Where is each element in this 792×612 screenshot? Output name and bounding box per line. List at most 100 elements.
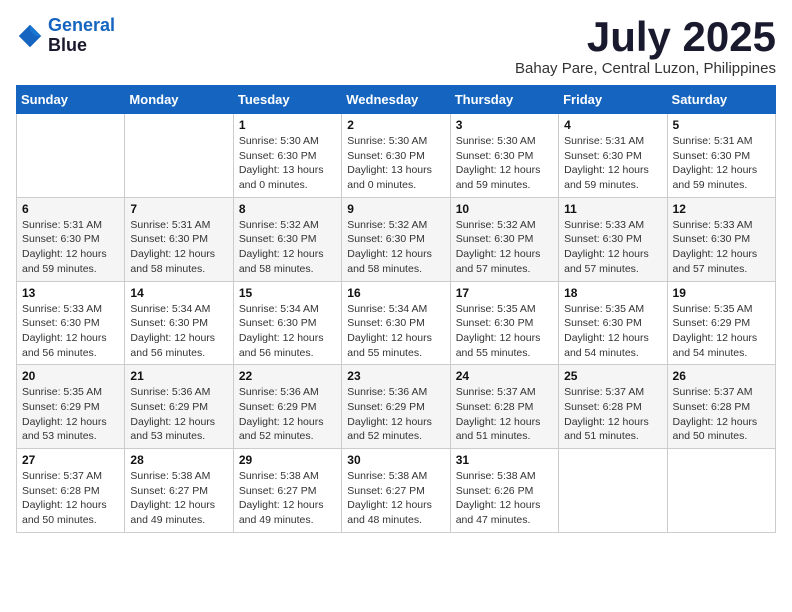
day-number: 6 — [22, 202, 119, 216]
calendar-cell: 2Sunrise: 5:30 AMSunset: 6:30 PMDaylight… — [342, 114, 450, 198]
calendar-cell: 10 Sunrise: 5:32 AMSunset: 6:30 PMDayligh… — [450, 197, 558, 281]
calendar-cell: 1 Sunrise: 5:30 AMSunset: 6:30 PMDaylight… — [233, 114, 341, 198]
day-number: 17 — [456, 286, 553, 300]
day-info: Sunrise: 5:36 AMSunset: 6:29 PMDaylight:… — [347, 385, 444, 444]
day-number: 1 — [239, 118, 336, 132]
day-number: 15 — [239, 286, 336, 300]
day-info: Sunrise: 5:34 AMSunset: 6:30 PMDaylight:… — [239, 302, 336, 361]
day-number: 20 — [22, 369, 119, 383]
logo: General Blue — [16, 16, 115, 56]
calendar-cell: 9 Sunrise: 5:32 AMSunset: 6:30 PMDaylight… — [342, 197, 450, 281]
month-title: July 2025 — [515, 16, 776, 58]
day-info: Sunrise: 5:32 AMSunset: 6:30 PMDaylight:… — [239, 218, 336, 277]
page-header: General Blue July 2025 Bahay Pare, Centr… — [16, 16, 776, 77]
day-info: Sunrise: 5:31 AMSunset: 6:30 PMDaylight:… — [673, 134, 770, 193]
column-header-thursday: Thursday — [450, 86, 558, 114]
day-info: Sunrise: 5:35 AMSunset: 6:29 PMDaylight:… — [673, 302, 770, 361]
day-info: Sunrise: 5:36 AMSunset: 6:29 PMDaylight:… — [239, 385, 336, 444]
day-number: 19 — [673, 286, 770, 300]
calendar-cell: 14Sunrise: 5:34 AMSunset: 6:30 PMDayligh… — [125, 281, 233, 365]
calendar-cell — [17, 114, 125, 198]
day-number: 29 — [239, 453, 336, 467]
calendar-cell: 6Sunrise: 5:31 AMSunset: 6:30 PMDaylight… — [17, 197, 125, 281]
day-info: Sunrise: 5:30 AMSunset: 6:30 PMDaylight:… — [347, 134, 444, 193]
logo-icon — [16, 22, 44, 50]
calendar-week-row: 20 Sunrise: 5:35 AMSunset: 6:29 PMDayligh… — [17, 365, 776, 449]
calendar-cell: 4 Sunrise: 5:31 AMSunset: 6:30 PMDaylight… — [559, 114, 667, 198]
day-info: Sunrise: 5:38 AMSunset: 6:26 PMDaylight:… — [456, 469, 553, 528]
day-info: Sunrise: 5:30 AMSunset: 6:30 PMDaylight:… — [239, 134, 336, 193]
calendar-cell: 5Sunrise: 5:31 AMSunset: 6:30 PMDaylight… — [667, 114, 775, 198]
day-info: Sunrise: 5:37 AMSunset: 6:28 PMDaylight:… — [564, 385, 661, 444]
calendar-cell — [559, 449, 667, 533]
day-number: 24 — [456, 369, 553, 383]
calendar-week-row: 13Sunrise: 5:33 AMSunset: 6:30 PMDayligh… — [17, 281, 776, 365]
calendar-cell: 13Sunrise: 5:33 AMSunset: 6:30 PMDayligh… — [17, 281, 125, 365]
day-info: Sunrise: 5:38 AMSunset: 6:27 PMDaylight:… — [239, 469, 336, 528]
day-info: Sunrise: 5:30 AMSunset: 6:30 PMDaylight:… — [456, 134, 553, 193]
calendar-cell: 17 Sunrise: 5:35 AMSunset: 6:30 PMDayligh… — [450, 281, 558, 365]
calendar-cell: 11 Sunrise: 5:33 AMSunset: 6:30 PMDayligh… — [559, 197, 667, 281]
day-number: 30 — [347, 453, 444, 467]
day-number: 26 — [673, 369, 770, 383]
calendar-cell: 31 Sunrise: 5:38 AMSunset: 6:26 PMDayligh… — [450, 449, 558, 533]
day-number: 18 — [564, 286, 661, 300]
day-number: 28 — [130, 453, 227, 467]
calendar-week-row: 6 Sunrise: 5:31 AMSunset: 6:30 PMDaylight… — [17, 197, 776, 281]
day-info: Sunrise: 5:35 AMSunset: 6:30 PMDaylight:… — [456, 302, 553, 361]
day-number: 3 — [456, 118, 553, 132]
calendar-header-row: SundayMondayTuesdayWednesdayThursdayFrid… — [17, 86, 776, 114]
calendar-cell — [125, 114, 233, 198]
calendar-cell: 20 Sunrise: 5:35 AMSunset: 6:29 PMDayligh… — [17, 365, 125, 449]
calendar-cell: 3 Sunrise: 5:30 AMSunset: 6:30 PMDaylight… — [450, 114, 558, 198]
day-number: 10 — [456, 202, 553, 216]
column-header-friday: Friday — [559, 86, 667, 114]
logo-text: General Blue — [48, 16, 115, 56]
calendar-cell: 26 Sunrise: 5:37 AMSunset: 6:28 PMDayligh… — [667, 365, 775, 449]
calendar-cell: 19 Sunrise: 5:35 AMSunset: 6:29 PMDayligh… — [667, 281, 775, 365]
day-number: 31 — [456, 453, 553, 467]
day-info: Sunrise: 5:31 AMSunset: 6:30 PMDaylight:… — [130, 218, 227, 277]
day-info: Sunrise: 5:35 AMSunset: 6:29 PMDaylight:… — [22, 385, 119, 444]
calendar-week-row: 1 Sunrise: 5:30 AMSunset: 6:30 PMDaylight… — [17, 114, 776, 198]
day-number: 11 — [564, 202, 661, 216]
calendar-cell: 18 Sunrise: 5:35 AMSunset: 6:30 PMDayligh… — [559, 281, 667, 365]
day-info: Sunrise: 5:32 AMSunset: 6:30 PMDaylight:… — [347, 218, 444, 277]
calendar-cell: 22 Sunrise: 5:36 AMSunset: 6:29 PMDayligh… — [233, 365, 341, 449]
day-info: Sunrise: 5:33 AMSunset: 6:30 PMDaylight:… — [564, 218, 661, 277]
day-info: Sunrise: 5:31 AMSunset: 6:30 PMDaylight:… — [564, 134, 661, 193]
calendar-cell: 25Sunrise: 5:37 AMSunset: 6:28 PMDayligh… — [559, 365, 667, 449]
column-header-sunday: Sunday — [17, 86, 125, 114]
day-number: 16 — [347, 286, 444, 300]
calendar-table: SundayMondayTuesdayWednesdayThursdayFrid… — [16, 85, 776, 533]
day-info: Sunrise: 5:37 AMSunset: 6:28 PMDaylight:… — [22, 469, 119, 528]
day-info: Sunrise: 5:36 AMSunset: 6:29 PMDaylight:… — [130, 385, 227, 444]
day-number: 7 — [130, 202, 227, 216]
day-info: Sunrise: 5:34 AMSunset: 6:30 PMDaylight:… — [347, 302, 444, 361]
title-block: July 2025 Bahay Pare, Central Luzon, Phi… — [515, 16, 776, 77]
calendar-cell: 16 Sunrise: 5:34 AMSunset: 6:30 PMDayligh… — [342, 281, 450, 365]
day-number: 4 — [564, 118, 661, 132]
column-header-saturday: Saturday — [667, 86, 775, 114]
calendar-cell: 21Sunrise: 5:36 AMSunset: 6:29 PMDayligh… — [125, 365, 233, 449]
day-info: Sunrise: 5:32 AMSunset: 6:30 PMDaylight:… — [456, 218, 553, 277]
day-info: Sunrise: 5:35 AMSunset: 6:30 PMDaylight:… — [564, 302, 661, 361]
calendar-cell: 28 Sunrise: 5:38 AMSunset: 6:27 PMDayligh… — [125, 449, 233, 533]
day-info: Sunrise: 5:37 AMSunset: 6:28 PMDaylight:… — [673, 385, 770, 444]
day-number: 27 — [22, 453, 119, 467]
calendar-cell: 15 Sunrise: 5:34 AMSunset: 6:30 PMDayligh… — [233, 281, 341, 365]
day-number: 22 — [239, 369, 336, 383]
calendar-cell: 23 Sunrise: 5:36 AMSunset: 6:29 PMDayligh… — [342, 365, 450, 449]
calendar-cell — [667, 449, 775, 533]
calendar-cell: 27 Sunrise: 5:37 AMSunset: 6:28 PMDayligh… — [17, 449, 125, 533]
calendar-cell: 7 Sunrise: 5:31 AMSunset: 6:30 PMDaylight… — [125, 197, 233, 281]
day-number: 23 — [347, 369, 444, 383]
day-info: Sunrise: 5:38 AMSunset: 6:27 PMDaylight:… — [130, 469, 227, 528]
column-header-wednesday: Wednesday — [342, 86, 450, 114]
day-number: 14 — [130, 286, 227, 300]
column-header-tuesday: Tuesday — [233, 86, 341, 114]
day-number: 13 — [22, 286, 119, 300]
calendar-week-row: 27 Sunrise: 5:37 AMSunset: 6:28 PMDayligh… — [17, 449, 776, 533]
calendar-cell: 29 Sunrise: 5:38 AMSunset: 6:27 PMDayligh… — [233, 449, 341, 533]
day-number: 9 — [347, 202, 444, 216]
